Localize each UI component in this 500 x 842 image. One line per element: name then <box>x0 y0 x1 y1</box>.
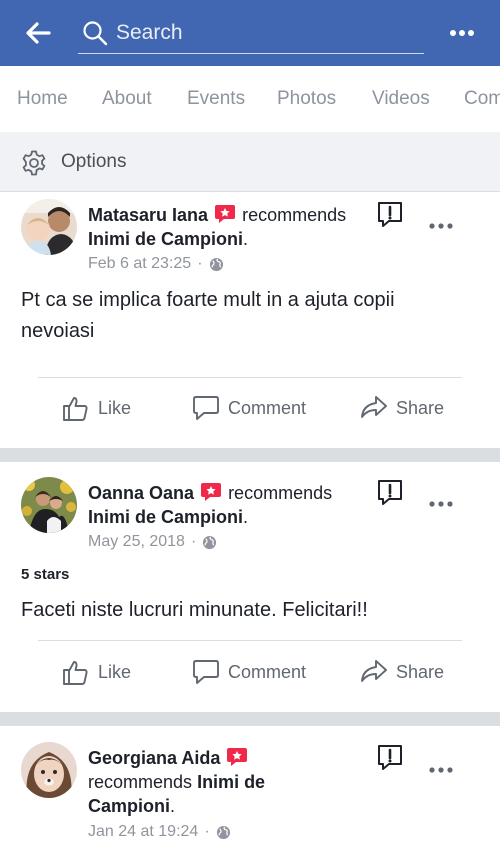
divider <box>38 377 462 378</box>
meta-separator: · <box>190 533 197 550</box>
share-label: Share <box>396 397 445 418</box>
post-header: Georgiana Aida recommends Inimi de Campi… <box>88 746 265 818</box>
avatar-photo <box>21 199 77 255</box>
search-box[interactable] <box>78 12 424 54</box>
divider <box>38 640 462 641</box>
post-more-button[interactable] <box>425 494 457 514</box>
review-post: Georgiana Aida recommends Inimi de Campi… <box>0 726 500 842</box>
comment-label: Comment <box>228 397 307 418</box>
comment-icon <box>193 396 219 420</box>
like-button[interactable]: Like <box>62 394 131 422</box>
share-label: Share <box>396 661 445 682</box>
options-label: Options <box>61 151 127 172</box>
search-icon <box>83 21 108 46</box>
recommends-text: recommends <box>242 205 347 225</box>
arrow-left-icon <box>26 22 51 44</box>
post-separator <box>0 448 500 462</box>
tab-about[interactable]: About <box>102 88 152 110</box>
author-name[interactable]: Oanna Oana <box>88 483 194 503</box>
period: . <box>243 507 249 527</box>
report-button[interactable] <box>376 201 404 229</box>
comment-icon <box>193 660 219 684</box>
more-options-button[interactable] <box>444 20 480 46</box>
post-header: Oanna Oana recommends Inimi de Campioni. <box>88 481 332 529</box>
post-separator <box>0 712 500 726</box>
page-link[interactable]: Inimi de <box>197 772 265 792</box>
back-button[interactable] <box>22 18 54 48</box>
comment-button[interactable]: Comment <box>192 658 306 686</box>
more-horizontal-icon <box>429 767 453 773</box>
timestamp[interactable]: Jan 24 at 19:24 <box>88 823 198 841</box>
tab-events[interactable]: Events <box>187 88 245 110</box>
post-meta: May 25, 2018 · <box>88 533 217 551</box>
options-bar[interactable]: Options <box>0 132 500 192</box>
recommends-text: recommends <box>88 772 193 792</box>
timestamp[interactable]: May 25, 2018 <box>88 533 185 551</box>
post-more-button[interactable] <box>425 216 457 236</box>
post-meta: Jan 24 at 19:24 · <box>88 823 231 841</box>
comment-button[interactable]: Comment <box>192 394 306 422</box>
meta-separator: · <box>204 823 210 840</box>
author-name[interactable]: Georgiana Aida <box>88 748 220 768</box>
page-link[interactable]: Inimi de Campioni <box>88 229 243 249</box>
period: . <box>243 229 249 249</box>
review-post: Oanna Oana recommends Inimi de Campioni.… <box>0 462 500 712</box>
report-icon <box>378 202 402 227</box>
page-link-continued[interactable]: Campioni <box>88 796 170 816</box>
meta-separator: · <box>197 255 203 272</box>
timestamp[interactable]: Feb 6 at 23:25 <box>88 255 191 273</box>
more-horizontal-icon <box>450 30 474 36</box>
share-button[interactable]: Share <box>360 658 444 686</box>
post-more-button[interactable] <box>425 760 457 780</box>
tab-home[interactable]: Home <box>17 88 68 110</box>
globe-icon <box>209 257 223 271</box>
post-meta: Feb 6 at 23:25 · <box>88 255 224 273</box>
avatar-photo <box>21 477 77 533</box>
more-horizontal-icon <box>429 501 453 507</box>
tab-videos[interactable]: Videos <box>372 88 430 110</box>
comment-label: Comment <box>228 661 307 682</box>
like-label: Like <box>98 661 132 682</box>
recommends-text: recommends <box>228 483 333 503</box>
post-header: Matasaru Iana recommends Inimi de Campio… <box>88 203 346 251</box>
search-input[interactable] <box>116 18 416 48</box>
more-horizontal-icon <box>429 223 453 229</box>
review-post: Matasaru Iana recommends Inimi de Campio… <box>0 193 500 448</box>
share-icon <box>361 660 387 682</box>
avatar-photo <box>21 742 77 798</box>
rating-text: 5 stars <box>21 566 70 583</box>
author-name[interactable]: Matasaru Iana <box>88 205 208 225</box>
recommend-badge-icon <box>215 205 236 223</box>
tab-photos[interactable]: Photos <box>277 88 336 110</box>
like-label: Like <box>98 397 132 418</box>
report-icon <box>378 480 402 505</box>
like-button[interactable]: Like <box>62 658 131 686</box>
thumbs-up-icon <box>63 661 88 685</box>
gear-icon <box>22 150 46 176</box>
recommend-badge-icon <box>201 483 222 501</box>
review-text: Pt ca se implica foarte mult in a ajuta … <box>21 289 395 342</box>
report-button[interactable] <box>376 744 404 772</box>
page-tabs: Home About Events Photos Videos Com <box>0 66 500 132</box>
page-link[interactable]: Inimi de Campioni <box>88 507 243 527</box>
avatar[interactable] <box>21 477 77 533</box>
globe-icon <box>203 535 217 549</box>
share-button[interactable]: Share <box>360 394 444 422</box>
share-icon <box>361 396 387 418</box>
avatar[interactable] <box>21 742 77 798</box>
report-button[interactable] <box>376 479 404 507</box>
globe-icon <box>216 825 230 839</box>
review-text: Faceti niste lucruri minunate. Felicitar… <box>21 599 368 621</box>
thumbs-up-icon <box>63 397 88 421</box>
top-bar <box>0 0 500 66</box>
tab-community[interactable]: Com <box>464 88 500 110</box>
report-icon <box>378 745 402 770</box>
period: . <box>170 796 176 816</box>
recommend-badge-icon <box>227 748 248 766</box>
avatar[interactable] <box>21 199 77 255</box>
